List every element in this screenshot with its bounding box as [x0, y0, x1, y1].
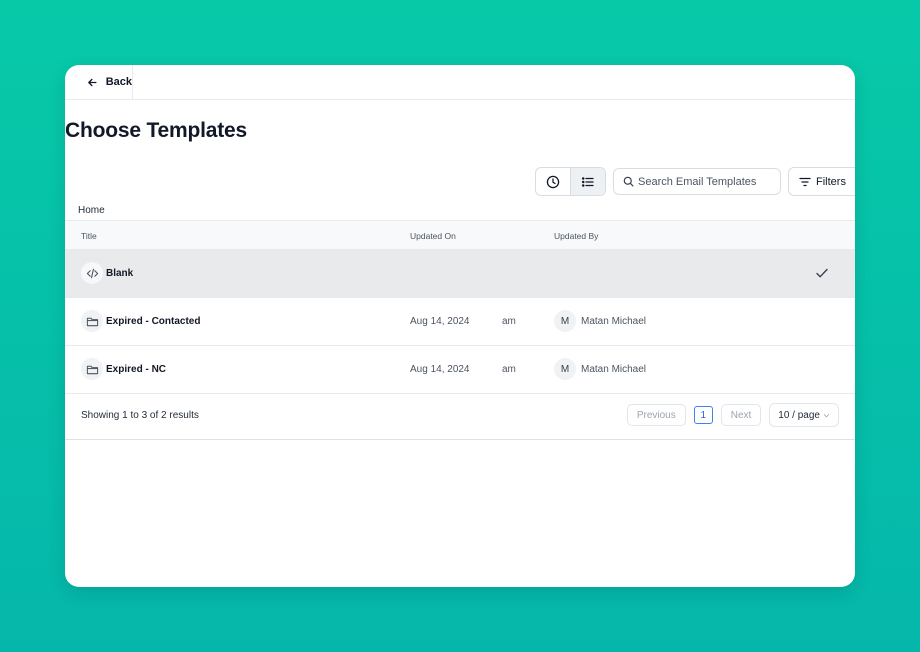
next-page-button[interactable]: Next	[720, 404, 762, 426]
results-summary: Showing 1 to 3 of 2 results	[81, 410, 199, 421]
row-updated-time: am	[502, 316, 516, 327]
search-icon	[623, 176, 634, 187]
pager: Previous 1 Next 10 / page	[626, 403, 839, 427]
table-row[interactable]: Blank	[65, 250, 855, 298]
folder-icon	[86, 365, 98, 374]
recent-view-button[interactable]	[536, 168, 570, 195]
row-updated-time: am	[502, 364, 516, 375]
page-number-button[interactable]: 1	[693, 406, 713, 424]
avatar: M	[554, 310, 576, 332]
arrow-left-icon	[88, 78, 97, 86]
filters-label: Filters	[816, 175, 846, 188]
search-input[interactable]	[638, 175, 778, 188]
row-updated-by: Matan Michael	[581, 316, 647, 327]
top-bar: Back	[65, 65, 855, 100]
back-button[interactable]: Back	[65, 65, 133, 99]
row-title: Expired - NC	[106, 364, 167, 375]
row-updated-date: Aug 14, 2024	[410, 316, 470, 327]
table-row[interactable]: Expired - NC Aug 14, 2024 am M Matan Mic…	[65, 346, 855, 394]
breadcrumb[interactable]: Home	[78, 205, 105, 216]
pagination-bar: Showing 1 to 3 of 2 results Previous 1 N…	[65, 394, 855, 440]
folder-icon	[86, 317, 98, 326]
filter-icon	[799, 177, 811, 186]
page-size-value: 10 / page	[778, 409, 820, 421]
toolbar: Filters	[535, 167, 855, 196]
page-title: Choose Templates	[65, 119, 247, 142]
table-row[interactable]: Expired - Contacted Aug 14, 2024 am M Ma…	[65, 298, 855, 346]
list-view-button[interactable]	[570, 168, 605, 195]
app-window: Back Choose Templates Filters Home Title…	[65, 65, 855, 587]
view-toggle	[535, 167, 606, 196]
clock-icon	[546, 175, 560, 188]
filters-button[interactable]: Filters	[788, 167, 855, 196]
row-updated-by: Matan Michael	[581, 364, 647, 375]
table-header: Title Updated On Updated By	[65, 220, 855, 250]
chevron-down-icon	[823, 413, 830, 417]
template-icon	[81, 358, 103, 380]
row-title: Expired - Contacted	[106, 316, 201, 327]
back-label: Back	[105, 76, 132, 88]
row-title: Blank	[106, 268, 134, 279]
page-size-select[interactable]: 10 / page	[769, 403, 839, 427]
column-header-updated-on[interactable]: Updated On	[410, 231, 456, 241]
list-icon	[581, 176, 594, 187]
search-box	[613, 168, 781, 195]
templates-table: Title Updated On Updated By Blank Expire…	[65, 220, 855, 440]
column-header-updated-by[interactable]: Updated By	[554, 231, 598, 241]
checkmark-icon	[816, 268, 828, 278]
column-header-title[interactable]: Title	[81, 231, 97, 241]
previous-page-button[interactable]: Previous	[626, 404, 686, 426]
row-updated-date: Aug 14, 2024	[410, 364, 470, 375]
template-icon	[81, 262, 103, 284]
template-icon	[81, 310, 103, 332]
code-icon	[86, 268, 98, 278]
avatar: M	[554, 358, 576, 380]
